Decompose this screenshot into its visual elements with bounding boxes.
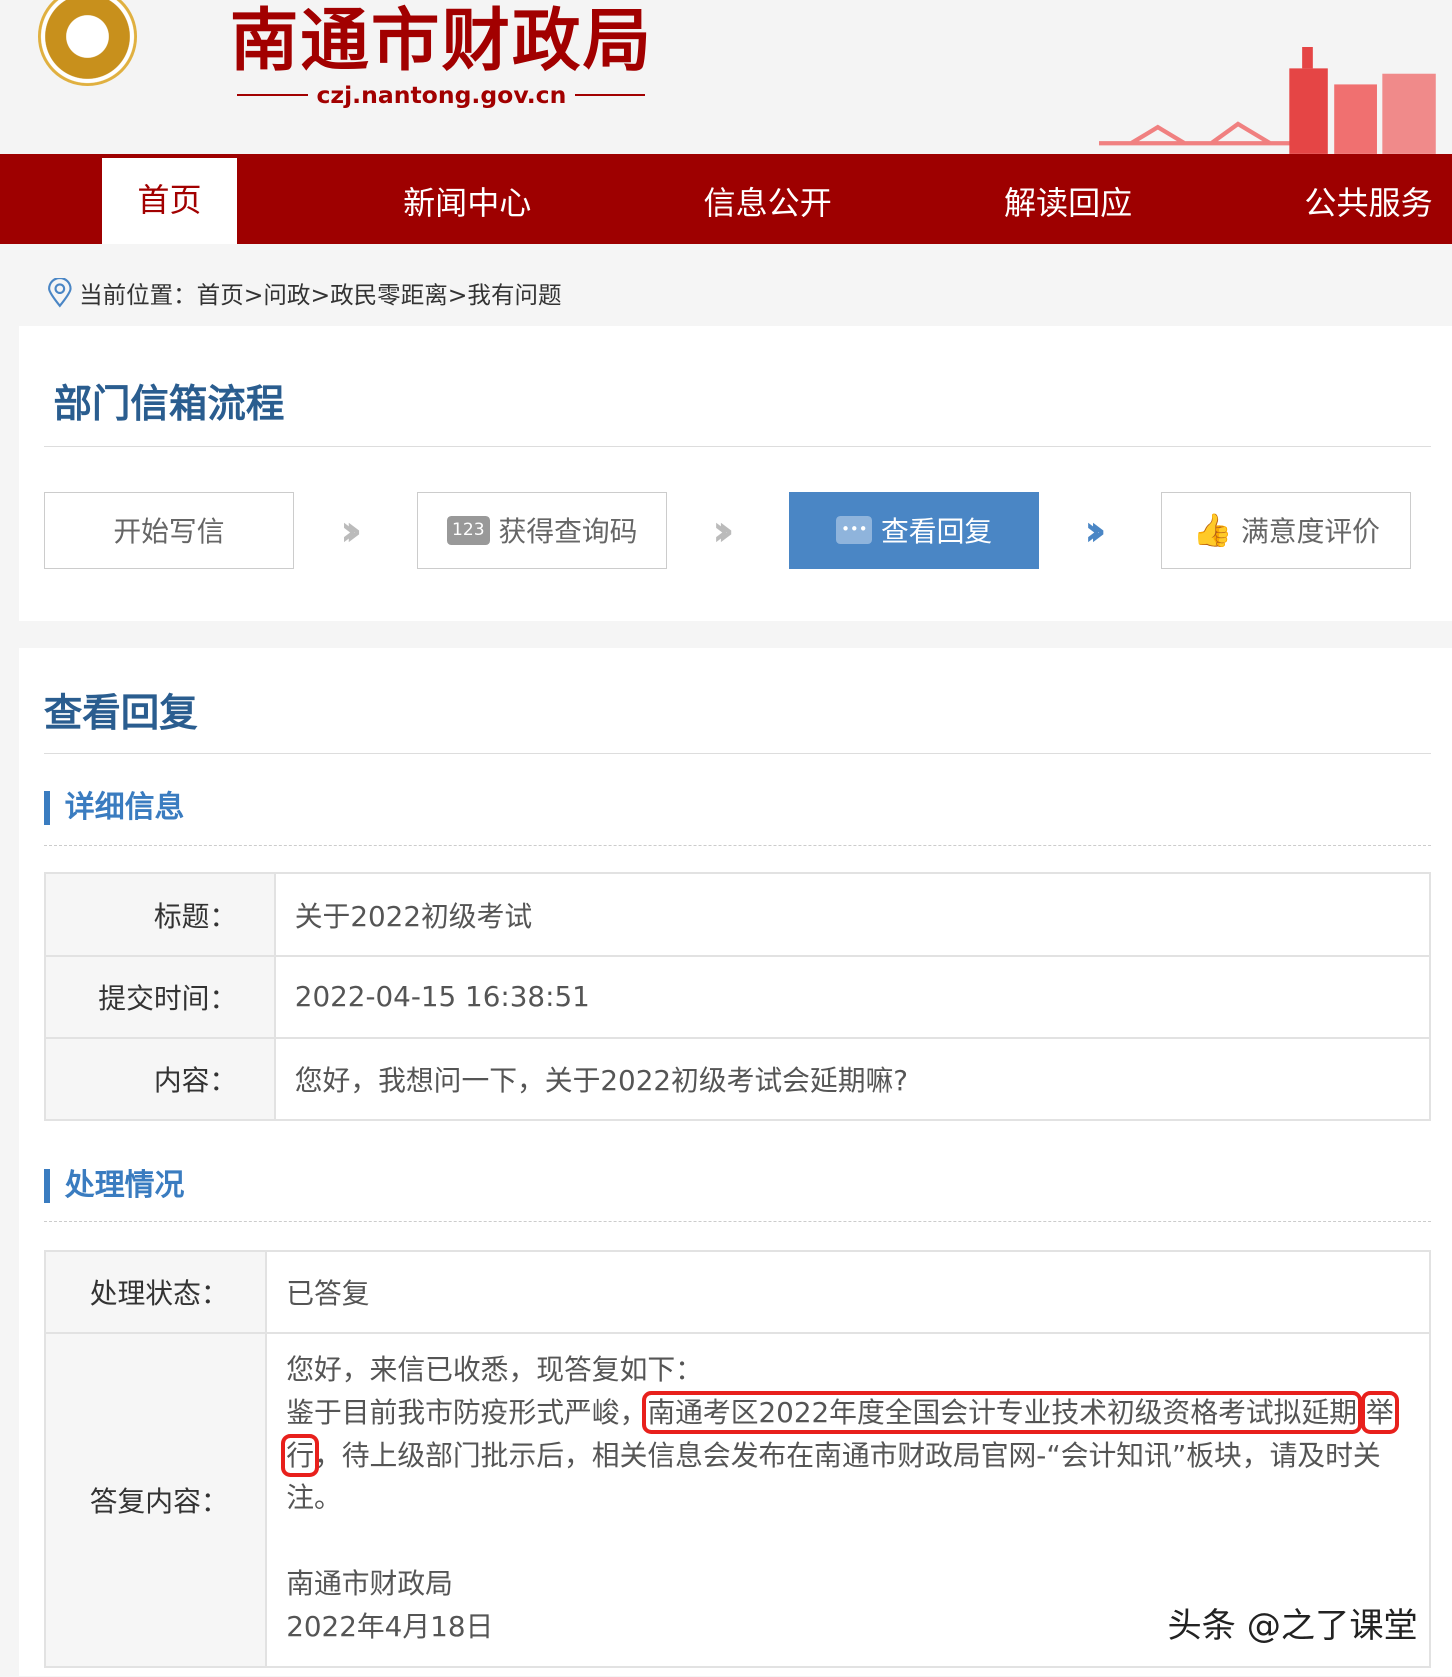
breadcrumb: 当前位置：首页>问政>政民零距离>我有问题: [47, 276, 562, 310]
nav-news[interactable]: 新闻中心: [403, 154, 531, 244]
row-value: 您好，我想问一下，关于2022初级考试会延期嘛?: [273, 1037, 1431, 1122]
site-logo[interactable]: [38, 0, 137, 86]
step-label: 满意度评价: [1241, 515, 1380, 549]
main-nav: 首页 新闻中心 信息公开 解读回应 公共服务: [0, 153, 1452, 244]
table-row: 内容： 您好，我想问一下，关于2022初级考试会延期嘛?: [43, 1037, 1431, 1122]
chat-icon: •••: [836, 516, 873, 545]
reply-panel: 查看回复 详细信息 标题： 关于2022初级考试 提交时间： 2022-04-15 …: [19, 647, 1452, 1677]
thumbs-up-icon: 👍: [1192, 511, 1233, 550]
status-label: 处理状态：: [43, 1249, 267, 1335]
site-url-text: czj.nantong.gov.cn: [316, 81, 567, 110]
row-value: 关于2022初级考试: [273, 872, 1431, 957]
status-value: 已答复: [264, 1249, 1431, 1335]
step-view-reply[interactable]: ••• 查看回复: [789, 491, 1040, 569]
nav-interpret[interactable]: 解读回应: [1004, 154, 1132, 244]
skyline-decoration: [1099, 47, 1436, 154]
watermark: 头条 @之了课堂: [1167, 1605, 1418, 1646]
table-row: 处理状态： 已答复: [43, 1249, 1431, 1335]
site-url: czj.nantong.gov.cn: [237, 81, 646, 110]
nav-home[interactable]: 首页: [101, 158, 238, 244]
nav-info[interactable]: 信息公开: [704, 154, 832, 244]
section-process: 处理情况: [43, 1168, 184, 1203]
reply-label: 答复内容：: [43, 1332, 267, 1668]
reply-text: ，待上级部门批示后，相关信息会发布在南通市财政局官网-“会计知讯”板块，请及时关…: [286, 1438, 1381, 1515]
flow-panel: 部门信箱流程 开始写信 ›› 123 获得查询码 ›› ••• 查看回复 ›› 👍 满…: [19, 326, 1452, 622]
section-detail: 详细信息: [43, 791, 184, 826]
row-value: 2022-04-15 16:38:51: [273, 954, 1431, 1040]
location-pin-icon: [48, 277, 72, 308]
reply-line: 您好，来信已收悉，现答复如下：: [286, 1353, 703, 1387]
code-icon: 123: [446, 516, 490, 545]
nav-services[interactable]: 公共服务: [1304, 154, 1432, 244]
breadcrumb-text[interactable]: 当前位置：首页>问政>政民零距离>我有问题: [79, 276, 561, 310]
site-title: 南通市财政局: [229, 1, 654, 82]
double-chevron-icon: ››: [339, 505, 362, 556]
step-label: 获得查询码: [498, 515, 638, 549]
reply-title: 查看回复: [43, 691, 198, 737]
step-label: 开始写信: [113, 515, 225, 549]
step-write[interactable]: 开始写信: [43, 491, 294, 569]
table-row: 提交时间： 2022-04-15 16:38:51: [43, 954, 1431, 1040]
step-rate[interactable]: 👍 满意度评价: [1161, 491, 1412, 569]
flow-title: 部门信箱流程: [53, 382, 285, 428]
table-row: 标题： 关于2022初级考试: [43, 872, 1431, 957]
double-chevron-icon: ››: [1084, 505, 1106, 556]
step-get-code[interactable]: 123 获得查询码: [416, 491, 668, 569]
site-header: 南通市财政局 czj.nantong.gov.cn: [0, 0, 1452, 154]
detail-table: 标题： 关于2022初级考试 提交时间： 2022-04-15 16:38:51 内…: [43, 872, 1431, 1122]
reply-text: 鉴于目前我市防疫形式严峻，: [286, 1395, 648, 1429]
highlighted-text: 南通考区2022年度全国会计专业技术初级资格考试拟延期: [642, 1390, 1363, 1434]
row-label: 内容：: [43, 1037, 276, 1122]
step-label: 查看回复: [881, 515, 993, 549]
double-chevron-icon: ››: [712, 505, 734, 556]
reply-paragraph: 鉴于目前我市防疫形式严峻，南通考区2022年度全国会计专业技术初级资格考试拟延期…: [281, 1390, 1409, 1520]
row-label: 标题：: [43, 872, 276, 957]
row-label: 提交时间：: [43, 954, 276, 1040]
